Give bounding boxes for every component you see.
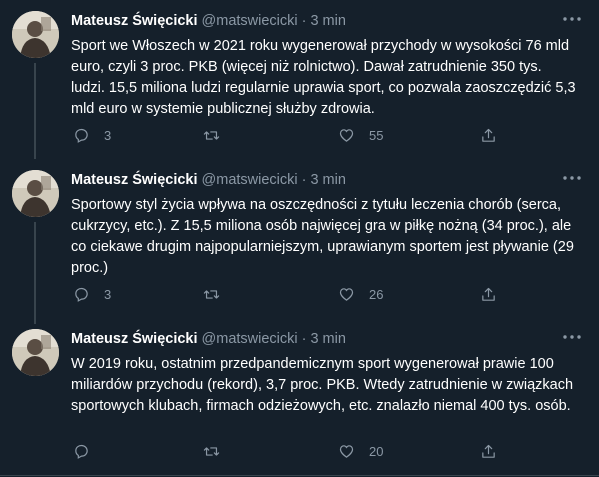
share-button[interactable] bbox=[480, 125, 497, 145]
reply-button[interactable]: 3 bbox=[73, 125, 111, 145]
reply-button[interactable]: 3 bbox=[73, 284, 111, 304]
thread-line bbox=[34, 63, 36, 159]
like-count: 26 bbox=[369, 286, 384, 302]
tweet-content: Mateusz Święcicki @matswiecicki · 3 min … bbox=[71, 330, 583, 417]
tweet-text: W 2019 roku, ostatnim przedpandemicznym … bbox=[71, 356, 574, 414]
like-icon bbox=[339, 444, 354, 458]
reply-count: 3 bbox=[104, 127, 112, 143]
tweet[interactable]: Mateusz Święcicki @matswiecicki · 3 min … bbox=[0, 318, 599, 476]
author-name[interactable]: Mateusz Święcicki bbox=[71, 330, 198, 349]
like-count: 55 bbox=[369, 127, 384, 143]
thread-line bbox=[34, 222, 36, 318]
reply-count: 3 bbox=[104, 286, 112, 302]
author-name[interactable]: Mateusz Święcicki bbox=[71, 12, 198, 31]
retweet-icon bbox=[203, 446, 220, 456]
retweet-button[interactable] bbox=[203, 441, 234, 461]
avatar[interactable] bbox=[12, 329, 59, 376]
share-button[interactable] bbox=[480, 441, 497, 461]
author-name[interactable]: Mateusz Święcicki bbox=[71, 171, 198, 190]
timestamp[interactable]: 3 min bbox=[310, 330, 345, 349]
tweet[interactable]: Mateusz Święcicki @matswiecicki · 3 min … bbox=[0, 0, 599, 159]
tweet-text: Sportowy styl życia wpływa na oszczędnoś… bbox=[71, 197, 574, 276]
tweet-header: Mateusz Święcicki @matswiecicki · 3 min bbox=[71, 330, 583, 349]
tweet-actions: 20 bbox=[73, 441, 503, 461]
avatar[interactable] bbox=[12, 170, 59, 217]
like-icon bbox=[339, 287, 354, 301]
timestamp[interactable]: 3 min bbox=[310, 171, 345, 190]
reply-button[interactable] bbox=[73, 441, 104, 461]
retweet-icon bbox=[203, 130, 220, 140]
timeline: Mateusz Święcicki @matswiecicki · 3 min … bbox=[0, 0, 599, 477]
more-icon[interactable] bbox=[561, 10, 583, 28]
retweet-button[interactable] bbox=[203, 284, 234, 304]
reply-icon bbox=[75, 444, 88, 459]
share-button[interactable] bbox=[480, 284, 497, 304]
like-count: 20 bbox=[369, 443, 384, 459]
tweet-header: Mateusz Święcicki @matswiecicki · 3 min bbox=[71, 12, 583, 31]
reply-icon bbox=[75, 287, 88, 302]
tweet-content: Mateusz Święcicki @matswiecicki · 3 min … bbox=[71, 12, 583, 120]
timestamp[interactable]: 3 min bbox=[310, 12, 345, 31]
retweet-icon bbox=[203, 289, 220, 299]
separator-dot: · bbox=[301, 331, 307, 347]
tweet-text: Sport we Włoszech w 2021 roku wygenerowa… bbox=[71, 38, 576, 117]
retweet-button[interactable] bbox=[203, 125, 234, 145]
share-icon bbox=[482, 128, 495, 142]
tweet-actions: 3 55 bbox=[73, 125, 503, 145]
tweet-content: Mateusz Święcicki @matswiecicki · 3 min … bbox=[71, 171, 583, 279]
avatar[interactable] bbox=[12, 11, 59, 58]
author-handle[interactable]: @matswiecicki bbox=[202, 330, 298, 349]
thread-line bbox=[34, 318, 36, 324]
author-handle[interactable]: @matswiecicki bbox=[202, 12, 298, 31]
tweet-actions: 3 26 bbox=[73, 284, 503, 304]
like-button[interactable]: 26 bbox=[338, 284, 383, 304]
separator-dot: · bbox=[301, 172, 307, 188]
tweet-header: Mateusz Święcicki @matswiecicki · 3 min bbox=[71, 171, 583, 190]
more-icon[interactable] bbox=[561, 169, 583, 187]
separator-dot: · bbox=[301, 13, 307, 29]
tweet[interactable]: Mateusz Święcicki @matswiecicki · 3 min … bbox=[0, 159, 599, 318]
more-icon[interactable] bbox=[561, 328, 583, 346]
share-icon bbox=[482, 444, 495, 458]
share-icon bbox=[482, 287, 495, 301]
like-icon bbox=[339, 128, 354, 142]
author-handle[interactable]: @matswiecicki bbox=[202, 171, 298, 190]
like-button[interactable]: 55 bbox=[338, 125, 383, 145]
like-button[interactable]: 20 bbox=[338, 441, 383, 461]
reply-icon bbox=[75, 128, 88, 143]
